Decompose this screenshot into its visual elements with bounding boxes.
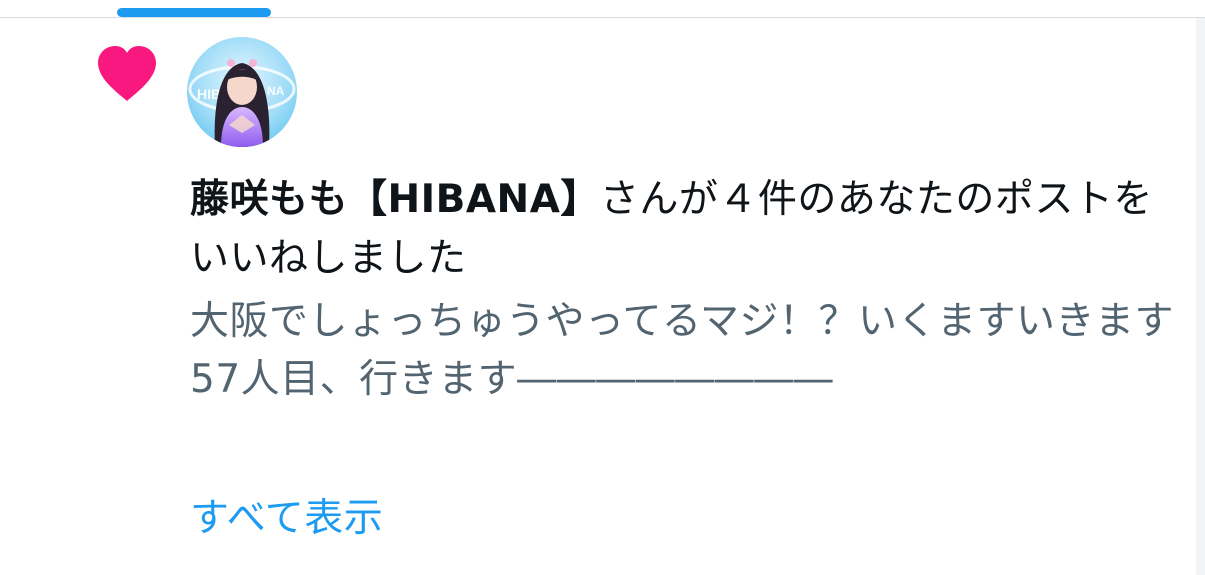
active-tab-indicator [117,8,271,17]
post-line: 大阪でしょっちゅうやってるマジ！？いくますいきます [190,299,1174,344]
svg-text:NA: NA [267,84,285,98]
user-name-link[interactable]: 藤咲もも【HIBANA】 [190,177,600,222]
divider [0,17,1205,18]
post-line: 57人目、行きます―――――――― [190,357,834,402]
post-excerpt[interactable]: 大阪でしょっちゅうやってるマジ！？いくますいきます 57人目、行きます―――――… [190,293,1180,409]
heart-icon [96,45,158,103]
notification-text: 藤咲もも【HIBANA】さんが４件のあなたのポストをいいねしました [190,170,1190,288]
notification-page: HIB NA 藤咲もも【HIBANA】さんが４件のあなたのポストをいいねしました… [0,0,1205,575]
user-avatar[interactable]: HIB NA [187,37,297,147]
show-all-link[interactable]: すべて表示 [190,490,383,548]
scrollbar-track [1196,18,1205,575]
